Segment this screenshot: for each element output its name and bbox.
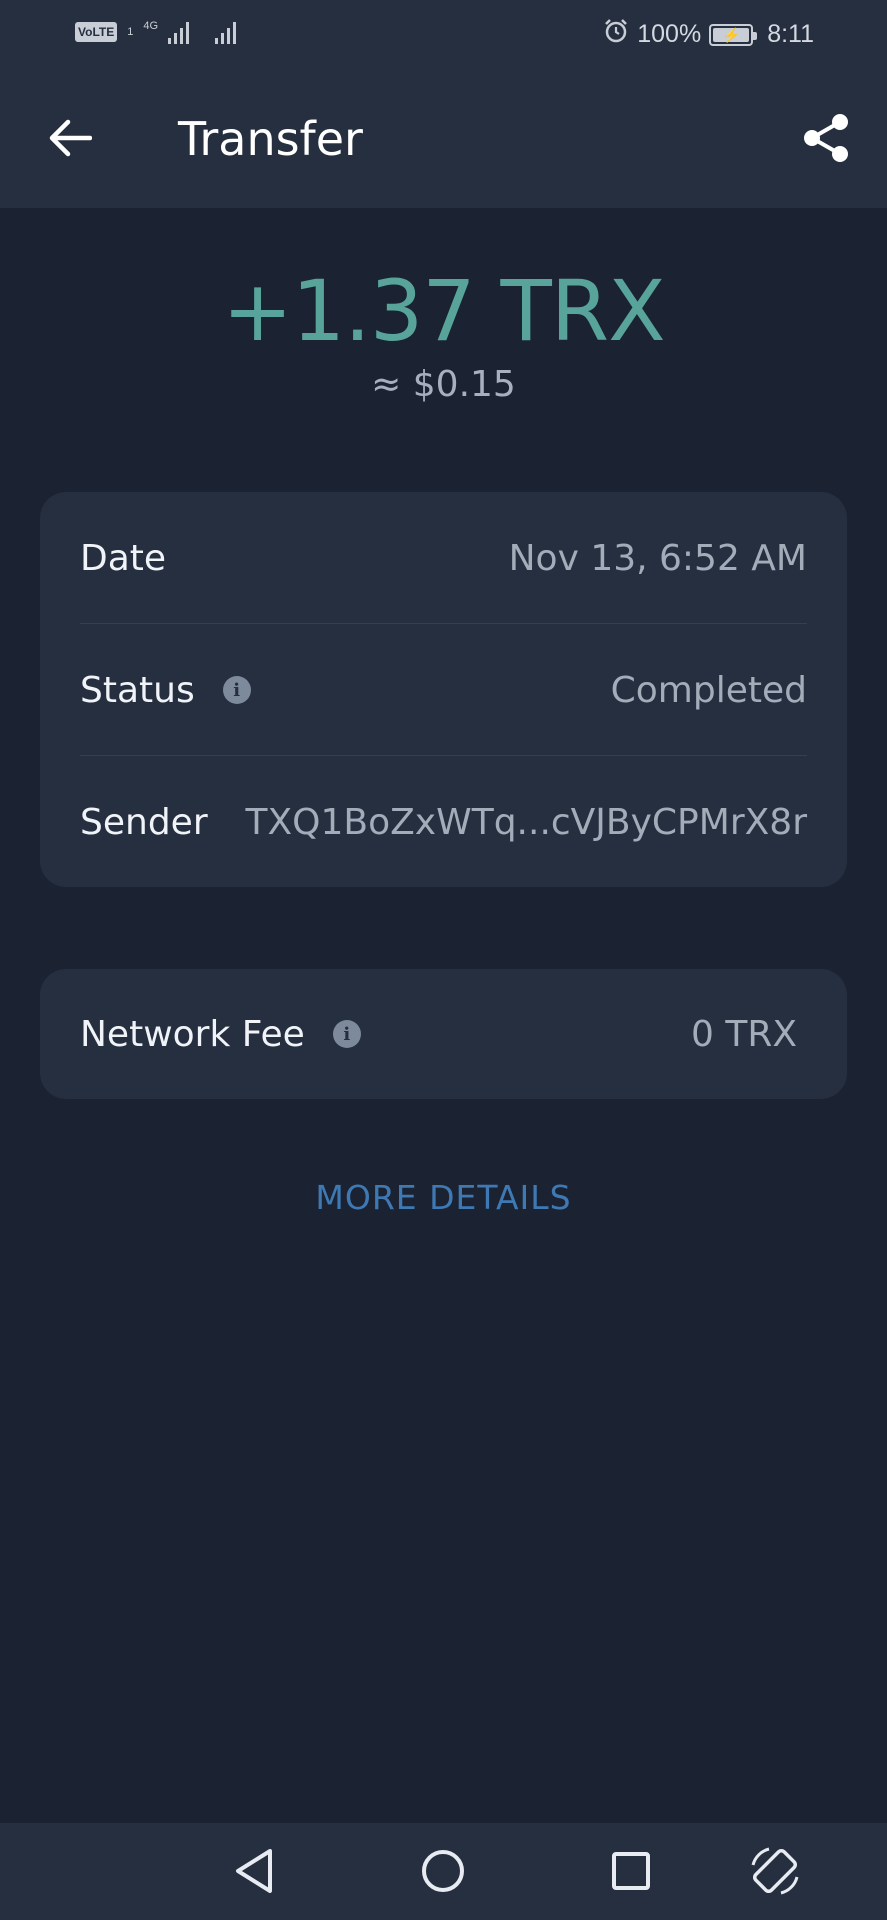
nav-home-button[interactable] bbox=[413, 1843, 473, 1903]
sender-address[interactable]: TXQ1BoZxWTq...cVJByCPMrX8r bbox=[246, 802, 807, 843]
transfer-screen: VoLTE 1 4G 100% ⚡ 8:11 Transfer +1.37 TR… bbox=[0, 0, 887, 1920]
home-circle-icon bbox=[420, 1848, 466, 1898]
network-fee-value: 0 TRX bbox=[690, 1013, 797, 1055]
nav-back-button[interactable] bbox=[224, 1843, 284, 1903]
system-nav-bar bbox=[0, 1823, 887, 1920]
nav-rotate-button[interactable] bbox=[745, 1843, 805, 1903]
battery-percent: 100% bbox=[637, 20, 702, 48]
volte-badge: VoLTE bbox=[75, 22, 118, 42]
status-right: 100% ⚡ 8:11 bbox=[603, 18, 814, 51]
status-left: VoLTE 1 4G bbox=[75, 20, 237, 44]
status-label-text: Status bbox=[80, 669, 195, 711]
network-fee-label-text: Network Fee bbox=[80, 1013, 305, 1055]
date-value: Nov 13, 6:52 AM bbox=[508, 537, 807, 579]
fiat-equivalent: ≈ $0.15 bbox=[371, 364, 516, 405]
rotate-screen-icon bbox=[747, 1843, 803, 1903]
share-icon bbox=[802, 112, 852, 168]
recents-square-icon bbox=[610, 1850, 652, 1896]
app-bar: Transfer bbox=[0, 70, 887, 208]
date-label-text: Date bbox=[80, 537, 167, 579]
sender-row[interactable]: Sender TXQ1BoZxWTq...cVJByCPMrX8r bbox=[80, 756, 807, 888]
transfer-amount: +1.37 TRX bbox=[222, 262, 665, 360]
clock: 8:11 bbox=[767, 20, 814, 48]
sim-number: 1 bbox=[127, 26, 134, 38]
date-row: Date Nov 13, 6:52 AM bbox=[80, 492, 807, 624]
date-label: Date bbox=[80, 538, 166, 579]
signal-bars-icon bbox=[215, 20, 237, 44]
alarm-icon bbox=[603, 18, 629, 51]
sender-label-text: Sender bbox=[80, 801, 208, 843]
status-row: Status i Completed bbox=[80, 624, 807, 756]
back-arrow-icon bbox=[48, 118, 93, 162]
nav-recents-button[interactable] bbox=[601, 1843, 661, 1903]
status-bar: VoLTE 1 4G 100% ⚡ 8:11 bbox=[0, 0, 887, 70]
network-type: 4G bbox=[143, 20, 159, 32]
status-info-icon[interactable]: i bbox=[222, 676, 251, 704]
more-details-link[interactable]: MORE DETAILS bbox=[0, 1178, 887, 1217]
status-label: Status i bbox=[80, 670, 251, 711]
network-fee-row: Network Fee i 0 TRX bbox=[80, 969, 797, 1099]
battery-icon: ⚡ bbox=[709, 23, 758, 46]
signal-bars-icon bbox=[168, 20, 190, 44]
status-value: Completed bbox=[610, 669, 807, 711]
network-fee-card: Network Fee i 0 TRX bbox=[40, 969, 847, 1099]
page-title: Transfer bbox=[178, 112, 363, 166]
network-fee-info-icon[interactable]: i bbox=[332, 1020, 361, 1048]
network-fee-label: Network Fee i bbox=[80, 1014, 361, 1055]
details-card: Date Nov 13, 6:52 AM Status i Completed … bbox=[40, 492, 847, 887]
sender-label: Sender bbox=[80, 802, 208, 843]
back-button[interactable] bbox=[40, 110, 100, 170]
back-triangle-icon bbox=[232, 1847, 276, 1899]
share-button[interactable] bbox=[795, 108, 859, 172]
